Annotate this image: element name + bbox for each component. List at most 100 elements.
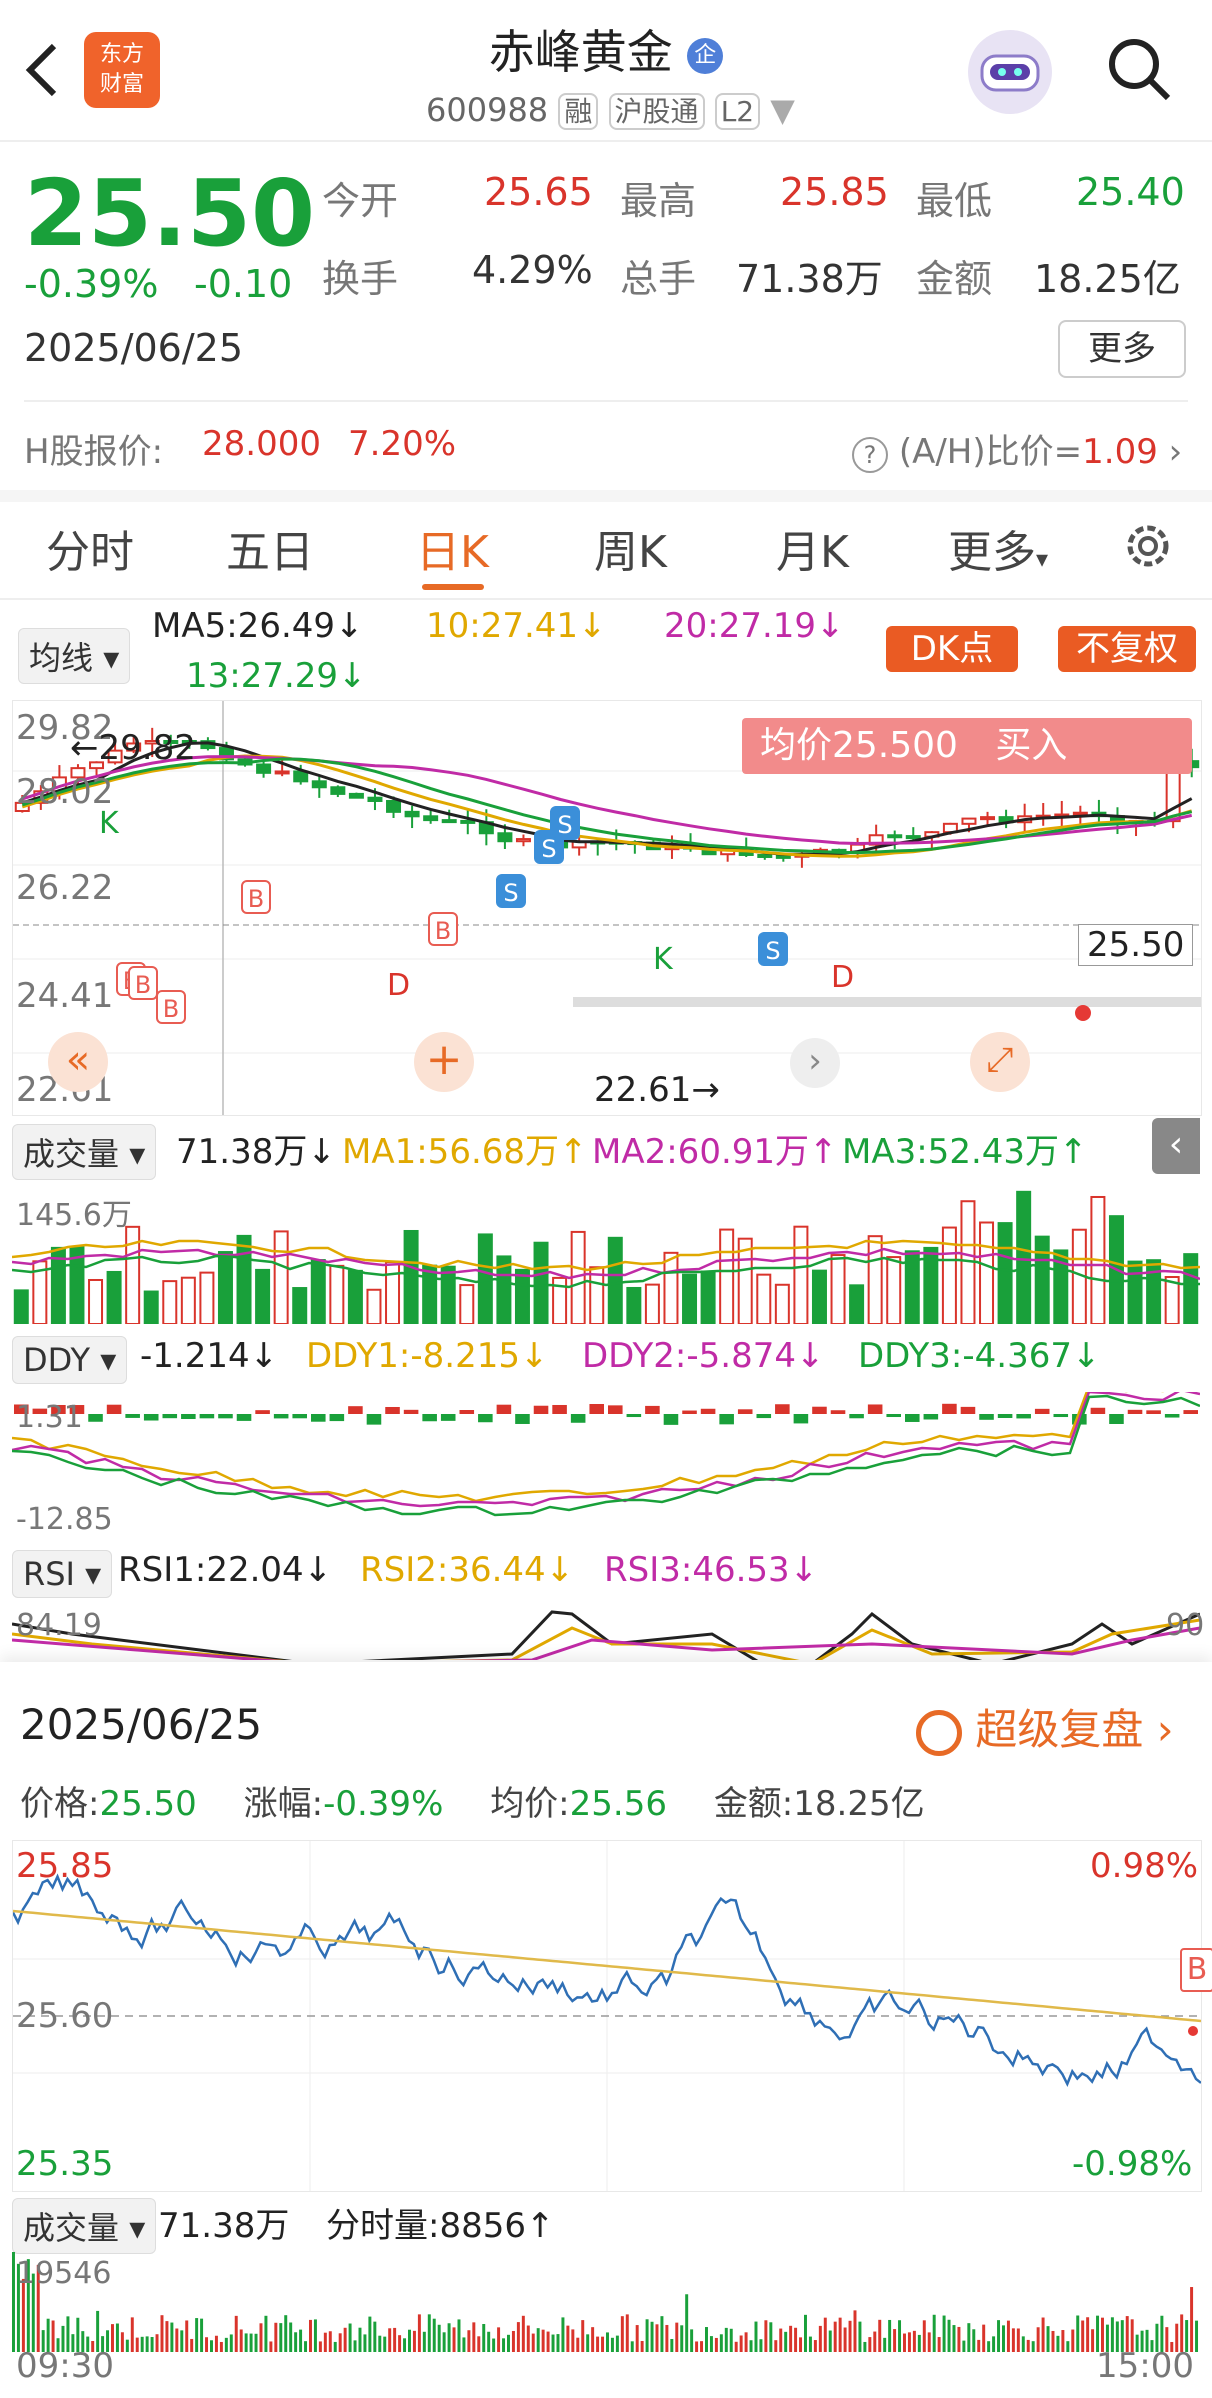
more-button[interactable]: 更多 xyxy=(1058,320,1186,378)
intraday-pct-top: 0.98% xyxy=(1090,1846,1199,1886)
intraday-volume-bar xyxy=(1066,2341,1070,2352)
ddy-bar xyxy=(775,1404,790,1414)
rsi-selector[interactable]: RSI ▾ xyxy=(12,1550,113,1598)
intraday-volume-bar xyxy=(135,2337,139,2352)
ddy-bar xyxy=(533,1405,549,1414)
tab-yuek[interactable]: 月K xyxy=(776,516,849,580)
intraday-b-marker: B xyxy=(1180,1948,1212,1992)
chevron-down-icon[interactable]: ▼ xyxy=(770,91,795,129)
low-value: 25.40 xyxy=(1076,170,1185,214)
intraday-volume-bar xyxy=(630,2341,634,2352)
fuquan-button[interactable]: 不复权 xyxy=(1058,626,1196,672)
hshare-price: 28.000 xyxy=(202,424,321,464)
ddy-y-top: 1.31 xyxy=(16,1400,83,1435)
ddy-bar xyxy=(422,1414,437,1422)
intraday-volume-bar xyxy=(922,2320,926,2352)
ah-ratio[interactable]: ? (A/H)比价=1.09 › xyxy=(852,424,1182,473)
volume-selector[interactable]: 成交量 ▾ xyxy=(12,1124,157,1180)
intraday-chart[interactable] xyxy=(12,1840,1202,2192)
intraday-volume-bar xyxy=(601,2336,605,2352)
robot-assistant-icon[interactable] xyxy=(968,30,1052,114)
intraday-volume-bar xyxy=(393,2327,397,2352)
intraday-volume-bar xyxy=(823,2317,827,2352)
price-change: -0.10 xyxy=(194,262,293,306)
intraday-volume-bar xyxy=(229,2334,233,2352)
tab-more[interactable]: 更多▾ xyxy=(948,516,1048,580)
enterprise-badge: 企 xyxy=(687,37,724,74)
search-icon[interactable] xyxy=(1104,34,1174,104)
intraday-volume-bar xyxy=(373,2321,377,2352)
intraday-volume-selector-label: 成交量 xyxy=(23,2209,120,2247)
add-drawing-icon[interactable]: + xyxy=(414,1032,474,1092)
intraday-volume-bar xyxy=(709,2336,713,2352)
tag-l2: L2 xyxy=(714,93,761,130)
ddy-bar xyxy=(311,1414,326,1422)
intraday-volume-bar xyxy=(714,2337,718,2352)
ddy-chart xyxy=(12,1392,1200,1538)
intraday-volume-bar xyxy=(957,2326,961,2352)
ddy-bar xyxy=(756,1414,772,1419)
low-marker-value: 22.61 xyxy=(594,1070,692,1110)
ddy-bar xyxy=(515,1414,530,1424)
tab-zhouk[interactable]: 周K xyxy=(594,516,667,580)
ddy-bar xyxy=(273,1414,289,1419)
scroll-left-icon[interactable]: « xyxy=(48,1032,108,1092)
kline-candle xyxy=(515,838,531,843)
avg-price-banner[interactable]: 均价25.500 买入 xyxy=(742,718,1192,774)
scroll-right-icon[interactable]: › xyxy=(790,1038,840,1088)
intraday-volume-bar xyxy=(942,2315,946,2352)
tab-wuri[interactable]: 五日 xyxy=(226,516,314,580)
tab-fenshi[interactable]: 分时 xyxy=(46,516,134,580)
intraday-avg-label: 均价: xyxy=(490,1784,570,1824)
intraday-volume-bar xyxy=(987,2341,991,2352)
intraday-volume-bar xyxy=(596,2336,600,2352)
ddy-bar xyxy=(979,1414,994,1420)
super-replay-label: 超级复盘 xyxy=(975,1705,1144,1754)
intraday-volume-bar xyxy=(234,2315,238,2352)
intraday-date: 2025/06/25 xyxy=(20,1700,263,1749)
ma-selector[interactable]: 均线 ▾ xyxy=(18,628,131,684)
tab-rik[interactable]: 日K xyxy=(416,516,489,580)
tag-hugutong: 沪股通 xyxy=(608,93,705,130)
ddy-selector[interactable]: DDY ▾ xyxy=(12,1336,128,1384)
super-replay-button[interactable]: 超级复盘 › xyxy=(916,1696,1174,1757)
volume-bar xyxy=(385,1261,401,1324)
ddy-bar xyxy=(645,1405,660,1414)
vol-ma1: MA1:56.68万↑ xyxy=(342,1132,588,1172)
dk-point-button[interactable]: DK点 xyxy=(886,626,1018,672)
intraday-volume-bar xyxy=(591,2327,595,2352)
intraday-volume-bar xyxy=(660,2316,664,2352)
ddy-bar xyxy=(143,1414,159,1421)
volume-bar xyxy=(217,1251,233,1324)
volume-bar xyxy=(663,1251,679,1324)
collapse-panel-icon[interactable]: ‹ xyxy=(1152,1118,1200,1174)
intraday-volume-selector[interactable]: 成交量 ▾ xyxy=(12,2198,157,2254)
volume-bar xyxy=(1034,1235,1050,1324)
ddy-bar xyxy=(162,1414,178,1419)
volume-bar xyxy=(88,1278,104,1324)
intraday-volume-bar xyxy=(502,2338,506,2352)
volume-bar xyxy=(366,1288,382,1324)
intraday-volume-bar xyxy=(442,2332,446,2352)
kline-candle xyxy=(423,815,439,822)
intraday-chg: -0.39% xyxy=(323,1784,444,1824)
help-icon[interactable]: ? xyxy=(852,437,888,473)
ddy-bar xyxy=(1164,1414,1180,1418)
high-marker-label: ←29.82 xyxy=(70,728,196,768)
intraday-volume-bar xyxy=(244,2333,248,2352)
intraday-volume-bar xyxy=(333,2341,337,2352)
volume-value: 71.38万 xyxy=(736,257,883,301)
intraday-volume-bar xyxy=(274,2322,278,2352)
kline-candle xyxy=(497,832,513,843)
ddy-bar xyxy=(552,1404,567,1414)
open-value: 25.65 xyxy=(484,170,593,214)
ma-selector-label: 均线 xyxy=(29,639,94,677)
intraday-y-top: 25.85 xyxy=(16,1846,114,1886)
kline-candle xyxy=(256,763,272,774)
intraday-volume-bar xyxy=(610,2337,614,2352)
kline-candle xyxy=(1072,811,1088,816)
expand-icon[interactable]: ⤢ xyxy=(970,1032,1030,1092)
volume-bar xyxy=(682,1273,698,1324)
gear-icon[interactable] xyxy=(1120,518,1176,574)
intraday-volume-bar xyxy=(982,2324,986,2352)
